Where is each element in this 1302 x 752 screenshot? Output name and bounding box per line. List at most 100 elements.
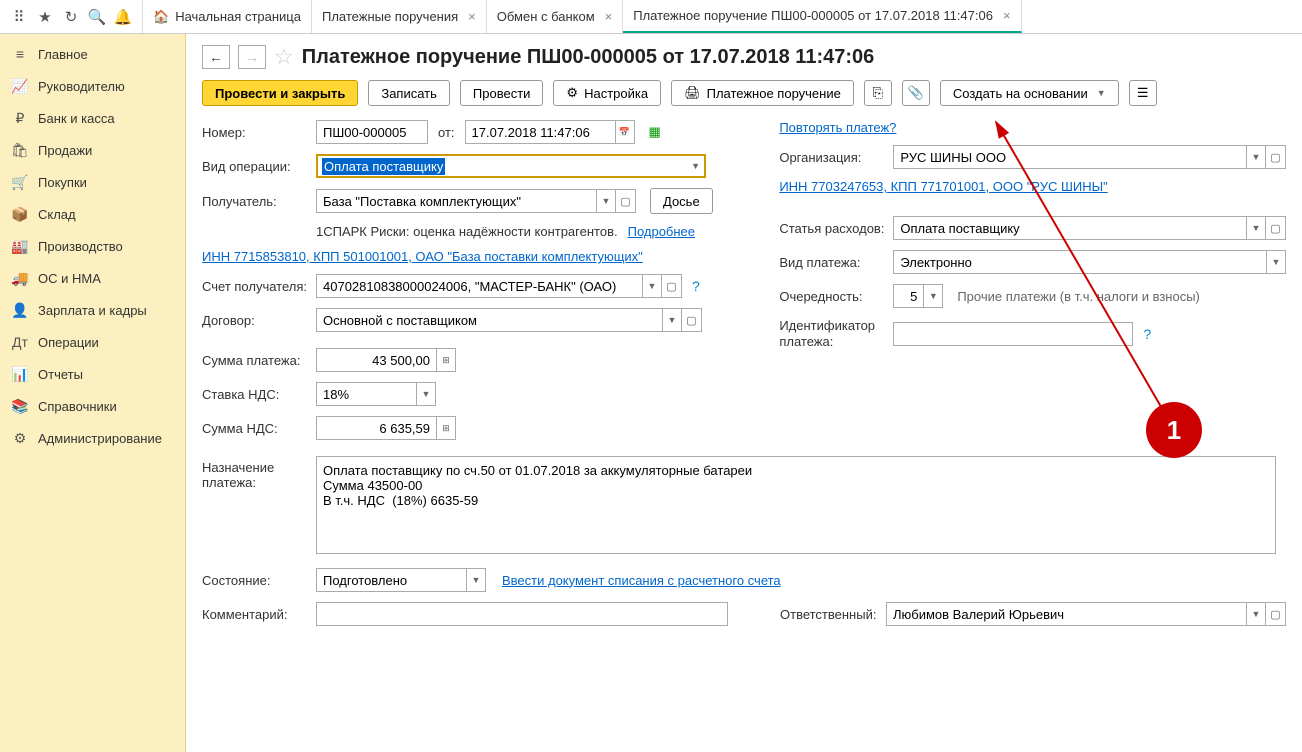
tab-home[interactable]: 🏠 Начальная страница: [143, 0, 312, 33]
sum-input[interactable]: [316, 348, 436, 372]
spark-more-link[interactable]: Подробнее: [628, 224, 695, 239]
print-button[interactable]: 🖨Платежное поручение: [671, 80, 854, 106]
sidebar-item-sales[interactable]: 🛍 Продажи: [0, 134, 185, 166]
settings-button[interactable]: ⚙Настройка: [553, 80, 661, 106]
number-label: Номер:: [202, 125, 310, 140]
tab-bank-exchange[interactable]: Обмен с банком ×: [487, 0, 624, 33]
chevron-down-icon[interactable]: ▼: [416, 382, 436, 406]
chevron-down-icon[interactable]: ▼: [1266, 250, 1286, 274]
close-icon[interactable]: ×: [1003, 8, 1011, 23]
chevron-down-icon[interactable]: ▼: [1246, 145, 1266, 169]
open-icon[interactable]: ▢: [1266, 216, 1286, 240]
account-input[interactable]: [316, 274, 642, 298]
sidebar-item-main[interactable]: ≡Главное: [0, 38, 185, 70]
status-label: Состояние:: [202, 573, 310, 588]
chevron-down-icon[interactable]: ▼: [662, 308, 682, 332]
org-input[interactable]: [893, 145, 1246, 169]
vat-sum-input[interactable]: [316, 416, 436, 440]
structure-button[interactable]: ⎘: [864, 80, 892, 106]
sidebar-item-warehouse[interactable]: 📦Склад: [0, 198, 185, 230]
stamp-icon[interactable]: ▦: [649, 124, 661, 140]
sidebar-item-label: Производство: [38, 239, 123, 254]
chevron-down-icon[interactable]: ▼: [466, 568, 486, 592]
calc-icon[interactable]: ⊞: [436, 348, 456, 372]
id-label: Идентификатор платежа:: [779, 318, 887, 349]
open-icon[interactable]: ▢: [662, 274, 682, 298]
sidebar-item-salary[interactable]: 👤Зарплата и кадры: [0, 294, 185, 326]
help-icon[interactable]: ?: [1143, 326, 1151, 342]
forward-button[interactable]: →: [238, 45, 266, 69]
bars-icon: 📊: [12, 366, 28, 382]
sidebar-item-assets[interactable]: 🚚ОС и НМА: [0, 262, 185, 294]
chevron-down-icon[interactable]: ▼: [691, 161, 700, 171]
chevron-down-icon[interactable]: ▼: [1246, 216, 1266, 240]
dossier-button[interactable]: Досье: [650, 188, 713, 214]
save-button[interactable]: Записать: [368, 80, 450, 106]
sidebar-item-reports[interactable]: 📊 Отчеты: [0, 358, 185, 390]
submit-close-button[interactable]: Провести и закрыть: [202, 80, 358, 106]
purpose-textarea[interactable]: [316, 456, 1276, 554]
open-icon[interactable]: ▢: [682, 308, 702, 332]
org-inn-link[interactable]: ИНН 7703247653, КПП 771701001, ООО "РУС …: [779, 179, 1107, 194]
enter-writeoff-link[interactable]: Ввести документ списания с расчетного сч…: [502, 573, 781, 588]
book-icon: 📚: [12, 398, 28, 414]
op-type-label: Вид операции:: [202, 159, 310, 174]
payment-type-select[interactable]: [893, 250, 1266, 274]
number-input[interactable]: [316, 120, 428, 144]
apps-icon[interactable]: ⠿: [6, 2, 32, 32]
tab-payment-orders[interactable]: Платежные поручения ×: [312, 0, 487, 33]
sidebar-item-production[interactable]: 🏭Производство: [0, 230, 185, 262]
chevron-down-icon[interactable]: ▼: [596, 189, 616, 213]
calendar-icon[interactable]: 📅: [615, 120, 635, 144]
post-button[interactable]: Провести: [460, 80, 544, 106]
sidebar-item-label: Продажи: [38, 143, 92, 158]
sidebar-item-manager[interactable]: 📈Руководителю: [0, 70, 185, 102]
chevron-down-icon[interactable]: ▼: [642, 274, 662, 298]
open-icon[interactable]: ▢: [1266, 145, 1286, 169]
gear-icon: ⚙: [12, 430, 28, 446]
calc-icon[interactable]: ⊞: [436, 416, 456, 440]
tab-current-document[interactable]: Платежное поручение ПШ00-000005 от 17.07…: [623, 0, 1021, 33]
chevron-down-icon[interactable]: ▼: [923, 284, 943, 308]
ruble-icon: ₽: [12, 110, 28, 126]
sidebar-item-admin[interactable]: ⚙ Администрирование: [0, 422, 185, 454]
list-button[interactable]: ☰: [1129, 80, 1157, 106]
contract-input[interactable]: [316, 308, 662, 332]
op-type-select[interactable]: Оплата поставщику: [322, 158, 445, 175]
order-input[interactable]: [893, 284, 923, 308]
attach-button[interactable]: 📎: [902, 80, 930, 106]
bag-icon: 🛍: [12, 142, 28, 158]
sidebar-item-purchases[interactable]: 🛒Покупки: [0, 166, 185, 198]
close-icon[interactable]: ×: [468, 9, 476, 24]
help-icon[interactable]: ?: [692, 278, 700, 294]
status-select[interactable]: [316, 568, 466, 592]
sidebar-item-label: Отчеты: [38, 367, 83, 382]
repeat-payment-link[interactable]: Повторять платеж?: [779, 120, 896, 135]
date-input[interactable]: [465, 120, 615, 144]
search-icon[interactable]: 🔍: [84, 2, 110, 32]
sidebar-item-label: Администрирование: [38, 431, 162, 446]
vat-rate-select[interactable]: [316, 382, 416, 406]
back-button[interactable]: ←: [202, 45, 230, 69]
history-icon[interactable]: ↻: [58, 2, 84, 32]
recipient-input[interactable]: [316, 189, 596, 213]
chevron-down-icon[interactable]: ▼: [1246, 602, 1266, 626]
comment-input[interactable]: [316, 602, 728, 626]
open-icon[interactable]: ▢: [616, 189, 636, 213]
close-icon[interactable]: ×: [605, 9, 613, 24]
create-based-button[interactable]: Создать на основании▼: [940, 80, 1119, 106]
sidebar-item-bank[interactable]: ₽Банк и касса: [0, 102, 185, 134]
vat-sum-label: Сумма НДС:: [202, 421, 310, 436]
box-icon: 📦: [12, 206, 28, 222]
notifications-icon[interactable]: 🔔: [110, 2, 136, 32]
org-label: Организация:: [779, 150, 887, 165]
sidebar-item-directories[interactable]: 📚Справочники: [0, 390, 185, 422]
open-icon[interactable]: ▢: [1266, 602, 1286, 626]
expense-input[interactable]: [893, 216, 1246, 240]
favorite-icon[interactable]: ★: [32, 2, 58, 32]
payment-id-input[interactable]: [893, 322, 1133, 346]
star-icon[interactable]: ☆: [274, 44, 294, 70]
responsible-input[interactable]: [886, 602, 1246, 626]
recipient-inn-link[interactable]: ИНН 7715853810, КПП 501001001, ОАО "База…: [202, 249, 643, 264]
sidebar-item-operations[interactable]: ДтОперации: [0, 326, 185, 358]
